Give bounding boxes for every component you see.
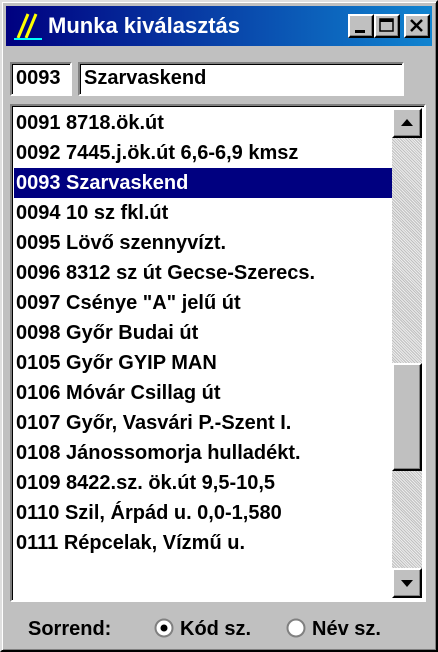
app-logo-icon bbox=[12, 10, 44, 42]
list-item[interactable]: 0096 8312 sz út Gecse-Szerecs. bbox=[14, 258, 392, 288]
scroll-up-button[interactable] bbox=[392, 108, 422, 138]
list-item[interactable]: 0097 Csénye "A" jelű út bbox=[14, 288, 392, 318]
list-item[interactable]: 0093 Szarvaskend bbox=[14, 168, 392, 198]
list-item[interactable]: 0094 10 sz fkl.út bbox=[14, 198, 392, 228]
list-item[interactable]: 0108 Jánossomorja hulladékt. bbox=[14, 438, 392, 468]
sort-options: Sorrend: Kód sz. Név sz. bbox=[2, 614, 436, 646]
window-title: Munka kiválasztás bbox=[48, 13, 240, 38]
list-item[interactable]: 0091 8718.ök.út bbox=[14, 108, 392, 138]
arrow-up-icon bbox=[401, 119, 413, 126]
close-button[interactable] bbox=[404, 14, 430, 38]
list-item[interactable]: 0110 Szil, Árpád u. 0,0-1,580 bbox=[14, 498, 392, 528]
minimize-button[interactable] bbox=[348, 14, 374, 38]
scroll-thumb[interactable] bbox=[392, 363, 422, 471]
maximize-button[interactable] bbox=[374, 14, 400, 38]
minimize-icon bbox=[355, 30, 365, 33]
sort-by-name-label: Név sz. bbox=[312, 618, 381, 640]
close-icon bbox=[410, 19, 423, 32]
list-item[interactable]: 0095 Lövő szennyvízt. bbox=[14, 228, 392, 258]
radio-checked-icon bbox=[154, 618, 174, 638]
maximize-icon bbox=[379, 18, 394, 32]
scroll-down-button[interactable] bbox=[392, 568, 422, 598]
radio-unchecked-icon bbox=[286, 618, 306, 638]
list-item[interactable]: 0109 8422.sz. ök.út 9,5-10,5 bbox=[14, 468, 392, 498]
munka-kivalasztas-window: Munka kiválasztás 0093 Szarvaskend 0091 … bbox=[0, 0, 438, 652]
list-item[interactable]: 0098 Győr Budai út bbox=[14, 318, 392, 348]
list-item[interactable]: 0092 7445.j.ök.út 6,6-6,9 kmsz bbox=[14, 138, 392, 168]
sort-label: Sorrend: bbox=[28, 618, 112, 640]
selected-code-field[interactable]: 0093 bbox=[10, 62, 72, 96]
list-item[interactable]: 0105 Győr GYIP MAN bbox=[14, 348, 392, 378]
arrow-down-icon bbox=[401, 580, 413, 587]
work-list: 0091 8718.ök.út 0092 7445.j.ök.út 6,6-6,9… bbox=[14, 108, 392, 598]
title-bar[interactable]: Munka kiválasztás bbox=[6, 6, 432, 46]
work-listbox[interactable]: 0091 8718.ök.út 0092 7445.j.ök.út 6,6-6,9… bbox=[10, 104, 426, 602]
sort-by-code-label: Kód sz. bbox=[180, 618, 252, 640]
vertical-scrollbar[interactable] bbox=[392, 108, 422, 598]
selected-name-field[interactable]: Szarvaskend bbox=[78, 62, 404, 96]
list-item[interactable]: 0111 Répcelak, Vízmű u. bbox=[14, 528, 392, 558]
list-item[interactable]: 0107 Győr, Vasvári P.-Szent I. bbox=[14, 408, 392, 438]
list-item[interactable]: 0106 Móvár Csillag út bbox=[14, 378, 392, 408]
